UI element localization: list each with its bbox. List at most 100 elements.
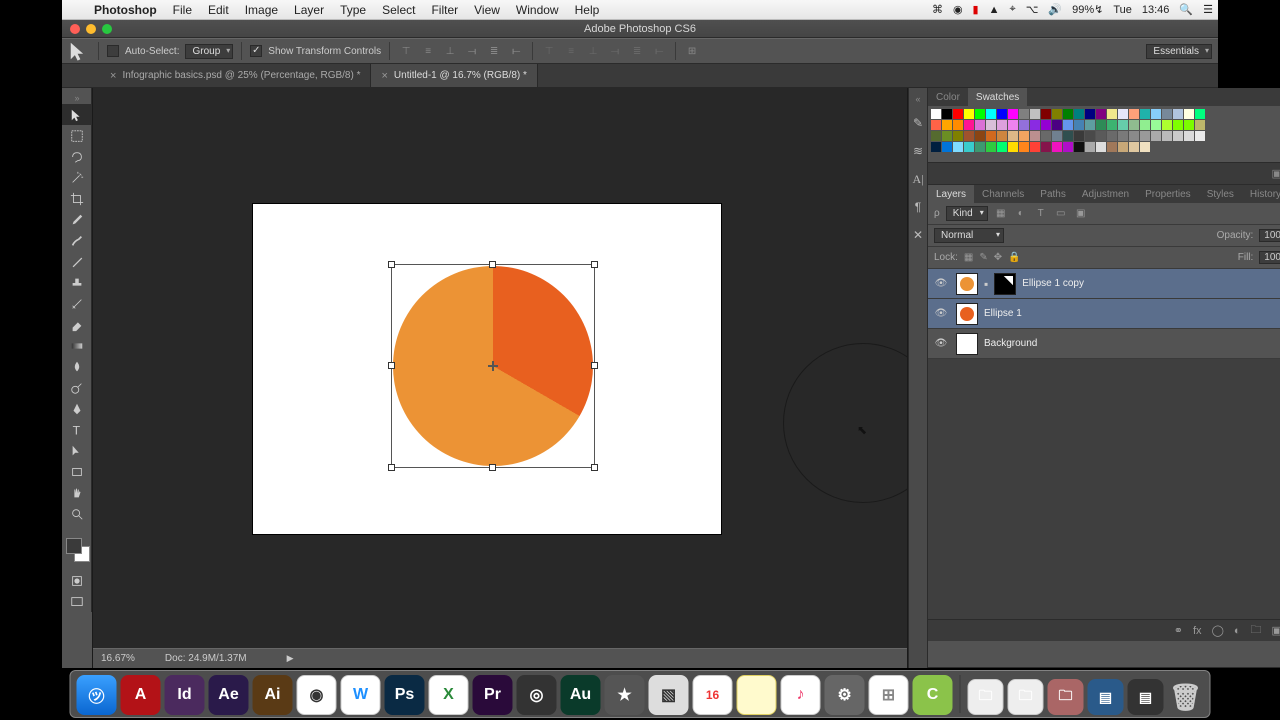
- swatch[interactable]: [942, 142, 952, 152]
- swatch[interactable]: [1107, 120, 1117, 130]
- auto-select-mode-select[interactable]: Group: [185, 44, 233, 59]
- swatch[interactable]: [1162, 131, 1172, 141]
- swatch[interactable]: [1173, 131, 1183, 141]
- adjustments-tab[interactable]: Adjustmen: [1074, 185, 1137, 203]
- macos-dock[interactable]: ㋡ A Id Ae Ai ◉ W Ps X Pr ◎ Au ★ ▧ 16 ♪ ⚙…: [70, 670, 1211, 718]
- swatch[interactable]: [1096, 120, 1106, 130]
- styles-tab[interactable]: Styles: [1199, 185, 1242, 203]
- swatch[interactable]: [1096, 109, 1106, 119]
- swatch[interactable]: [975, 142, 985, 152]
- swatch[interactable]: [931, 142, 941, 152]
- filter-adjustment-icon[interactable]: ◐: [1014, 208, 1028, 219]
- transform-handle[interactable]: [388, 261, 395, 268]
- zoom-tool[interactable]: [62, 503, 92, 524]
- layer-thumbnail[interactable]: [956, 333, 978, 355]
- swatch[interactable]: [1019, 120, 1029, 130]
- layers-empty-area[interactable]: [928, 359, 1280, 619]
- swatch[interactable]: [1063, 109, 1073, 119]
- dock-folder-icon[interactable]: 🗀: [1048, 679, 1084, 715]
- swatch[interactable]: [1162, 109, 1172, 119]
- visibility-toggle-icon[interactable]: 👁: [932, 278, 950, 289]
- move-tool[interactable]: [62, 104, 92, 125]
- distribute-left-icon[interactable]: ⟞: [607, 43, 623, 59]
- swatch[interactable]: [1107, 131, 1117, 141]
- swatch[interactable]: [1140, 109, 1150, 119]
- paths-tab[interactable]: Paths: [1032, 185, 1074, 203]
- swatch[interactable]: [1063, 142, 1073, 152]
- swatch[interactable]: [1140, 142, 1150, 152]
- distribute-vcenter-icon[interactable]: ≡: [563, 43, 579, 59]
- swatch[interactable]: [953, 120, 963, 130]
- swatch[interactable]: [1096, 131, 1106, 141]
- swatch[interactable]: [1195, 109, 1205, 119]
- swatch[interactable]: [1019, 109, 1029, 119]
- notification-center-icon[interactable]: ☰: [1198, 3, 1218, 16]
- swatch[interactable]: [1052, 109, 1062, 119]
- swatch[interactable]: [1118, 120, 1128, 130]
- swatch[interactable]: [1041, 131, 1051, 141]
- lasso-tool[interactable]: [62, 146, 92, 167]
- swatch[interactable]: [942, 131, 952, 141]
- tab-untitled[interactable]: × Untitled-1 @ 16.7% (RGB/8) *: [371, 64, 537, 87]
- swatch[interactable]: [1129, 120, 1139, 130]
- menubar-extras-icon[interactable]: ⌘: [927, 3, 948, 16]
- show-transform-checkbox[interactable]: ✓: [250, 45, 262, 57]
- swatch[interactable]: [1195, 131, 1205, 141]
- eyedropper-tool[interactable]: [62, 209, 92, 230]
- swatch[interactable]: [1074, 120, 1084, 130]
- swatch[interactable]: [997, 109, 1007, 119]
- lock-position-icon[interactable]: ✥: [994, 252, 1002, 263]
- align-bottom-icon[interactable]: ⊥: [442, 43, 458, 59]
- menu-help[interactable]: Help: [567, 3, 608, 17]
- swatch[interactable]: [1008, 131, 1018, 141]
- foreground-color-swatch[interactable]: [66, 538, 82, 554]
- transform-handle[interactable]: [388, 362, 395, 369]
- dock-excel-icon[interactable]: X: [429, 675, 469, 715]
- battery-status[interactable]: 99%↯: [1067, 3, 1108, 16]
- transform-handle[interactable]: [591, 261, 598, 268]
- swatch[interactable]: [1195, 120, 1205, 130]
- dock-audition-icon[interactable]: Au: [561, 675, 601, 715]
- dodge-tool[interactable]: [62, 377, 92, 398]
- app-menu[interactable]: Photoshop: [86, 3, 165, 17]
- dock-preview-icon[interactable]: ▧: [649, 675, 689, 715]
- swatch[interactable]: [1151, 120, 1161, 130]
- stamp-tool[interactable]: [62, 272, 92, 293]
- swatch[interactable]: [1041, 142, 1051, 152]
- swatch[interactable]: [931, 120, 941, 130]
- type-tool[interactable]: T: [62, 419, 92, 440]
- menu-layer[interactable]: Layer: [286, 3, 332, 17]
- swatch[interactable]: [1129, 109, 1139, 119]
- adobe-icon[interactable]: ▮: [968, 3, 984, 16]
- swatch[interactable]: [975, 109, 985, 119]
- swatch[interactable]: [1107, 109, 1117, 119]
- layer-filter-select[interactable]: Kind: [946, 206, 988, 221]
- dropbox-icon[interactable]: ▲: [984, 4, 1005, 16]
- swatch[interactable]: [1008, 120, 1018, 130]
- swatch[interactable]: [1118, 142, 1128, 152]
- transform-bounding-box[interactable]: [391, 264, 595, 468]
- dock-word-icon[interactable]: W: [341, 675, 381, 715]
- dock-aftereffects-icon[interactable]: Ae: [209, 675, 249, 715]
- clock-time[interactable]: 13:46: [1137, 4, 1175, 16]
- swatch[interactable]: [1085, 142, 1095, 152]
- distribute-top-icon[interactable]: ⊤: [541, 43, 557, 59]
- dock-itunes-icon[interactable]: ♪: [781, 675, 821, 715]
- dock-calendar-icon[interactable]: 16: [693, 675, 733, 715]
- swatch[interactable]: [1052, 131, 1062, 141]
- menu-image[interactable]: Image: [237, 3, 286, 17]
- expand-dock-icon[interactable]: «: [915, 94, 920, 104]
- swatch[interactable]: [986, 131, 996, 141]
- dock-photoshop-icon[interactable]: Ps: [385, 675, 425, 715]
- lock-all-icon[interactable]: 🔒: [1008, 252, 1020, 263]
- visibility-toggle-icon[interactable]: 👁: [932, 338, 950, 349]
- dock-notes-icon[interactable]: [737, 675, 777, 715]
- dock-imovie-icon[interactable]: ★: [605, 675, 645, 715]
- blend-mode-select[interactable]: Normal: [934, 228, 1004, 243]
- swatch[interactable]: [1019, 131, 1029, 141]
- swatch[interactable]: [1129, 142, 1139, 152]
- swatch[interactable]: [986, 120, 996, 130]
- swatch[interactable]: [1129, 131, 1139, 141]
- swatch[interactable]: [953, 142, 963, 152]
- add-mask-icon[interactable]: ◯: [1212, 624, 1224, 637]
